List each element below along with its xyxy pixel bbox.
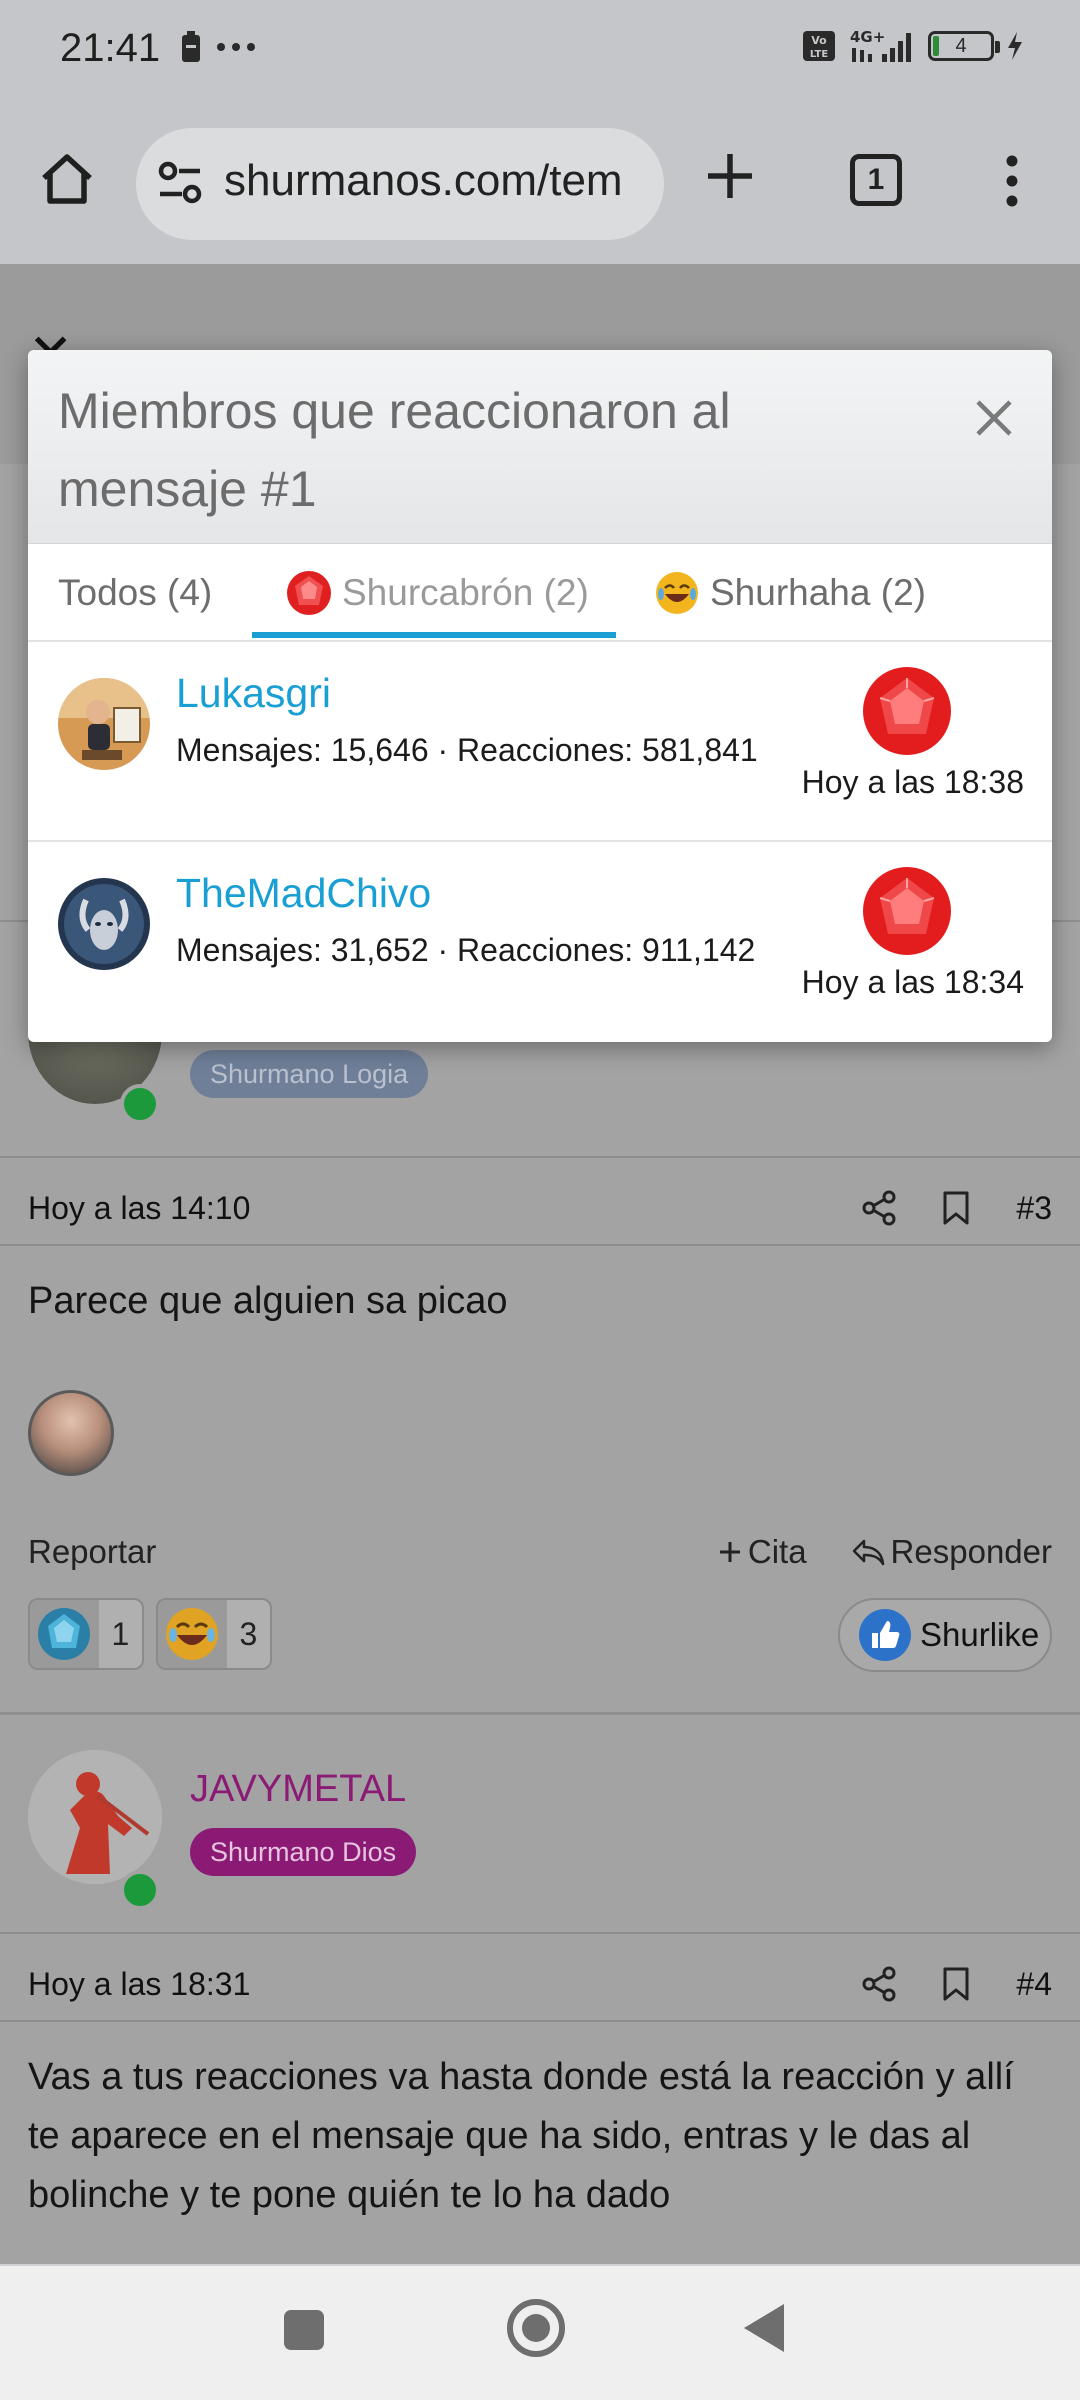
new-tab-icon[interactable] [704, 150, 756, 202]
online-indicator [120, 1870, 160, 1910]
thumbs-up-icon [859, 1609, 911, 1661]
post-4-number[interactable]: #4 [1016, 1966, 1052, 2003]
post-3-role-badge: Shurmano Logia [190, 1050, 429, 1098]
bookmark-icon[interactable] [942, 1966, 970, 2002]
laugh-icon [656, 572, 698, 614]
browser-toolbar: shurmanos.com/tem 1 [0, 98, 1080, 264]
avatar-image [58, 678, 150, 770]
member-avatar[interactable] [58, 878, 150, 970]
gem-red-icon [863, 667, 951, 755]
svg-text:4G+: 4G+ [850, 28, 885, 46]
battery-saver-icon [182, 31, 200, 62]
home-icon [42, 154, 92, 204]
member-name[interactable]: Lukasgri [176, 670, 331, 717]
reply-label: Responder [890, 1533, 1052, 1570]
battery-level: 4 [955, 34, 967, 57]
member-name[interactable]: TheMadChivo [176, 870, 431, 917]
member-stats: Mensajes: 15,646 · Reacciones: 581,841 [176, 732, 758, 768]
modal-close-button[interactable] [962, 386, 1026, 450]
more-notifications-icon [217, 43, 255, 51]
report-link[interactable]: Reportar [28, 1533, 718, 1571]
charging-icon [1008, 32, 1022, 60]
system-nav-bar [0, 2266, 1080, 2400]
reply-icon [852, 1539, 884, 1566]
home-button[interactable] [34, 146, 100, 212]
svg-text:Vo: Vo [811, 34, 827, 47]
reaction-chip-gem[interactable]: 1 [28, 1598, 144, 1670]
reaction-tabs: Todos (4) Shurcabrón (2) Shurhaha (2) [28, 544, 1052, 642]
tab-todos[interactable]: Todos (4) [58, 544, 212, 642]
home-nav-button[interactable] [507, 2299, 565, 2357]
tab-label: Todos (4) [58, 572, 213, 613]
post-3-actions: Reportar Cita Responder [28, 1522, 1052, 1582]
member-reaction-time: Hoy a las 18:38 [801, 764, 1024, 800]
battery-icon: 4 [928, 31, 1000, 61]
post-4-header [0, 1712, 1080, 1952]
site-settings-icon[interactable] [156, 160, 204, 206]
bookmark-icon[interactable] [942, 1190, 970, 1226]
quote-button[interactable]: Cita [718, 1533, 807, 1571]
tab-switcher-button[interactable]: 1 [850, 154, 902, 206]
post-4-time[interactable]: Hoy a las 18:31 [28, 1966, 862, 2003]
avatar-image [58, 878, 150, 970]
tab-label: Shurcabrón (2) [342, 572, 589, 613]
gem-blue-icon [38, 1608, 91, 1660]
reaction-chip-laugh[interactable]: 3 [156, 1598, 272, 1670]
reactions-modal: Miembros que reaccionaron al mensaje #1 … [28, 350, 1052, 1042]
modal-header: Miembros que reaccionaron al mensaje #1 [28, 350, 1052, 544]
list-item[interactable]: Lukasgri Mensajes: 15,646 · Reacciones: … [28, 642, 1052, 842]
gem-red-icon [287, 571, 331, 615]
reaction-count: 1 [111, 1615, 130, 1652]
laugh-icon [166, 1608, 219, 1660]
post-3-meta: Hoy a las 14:10 #3 [28, 1178, 1052, 1238]
more-menu-icon[interactable] [1000, 154, 1024, 208]
shurlike-button[interactable]: Shurlike [838, 1598, 1052, 1672]
post-3-number[interactable]: #3 [1016, 1190, 1052, 1227]
post-4-author[interactable]: JAVYMETAL [190, 1768, 406, 1811]
member-stats: Mensajes: 31,652 · Reacciones: 911,142 [176, 932, 756, 968]
plus-icon [719, 1542, 740, 1562]
member-reaction-time: Hoy a las 18:34 [801, 964, 1024, 1000]
post-4-role-badge: Shurmano Dios [190, 1828, 417, 1876]
address-bar[interactable]: shurmanos.com/tem [136, 128, 664, 240]
reaction-count: 3 [239, 1615, 258, 1652]
tab-shurcabron[interactable]: Shurcabrón (2) [286, 544, 589, 642]
post-3-time[interactable]: Hoy a las 14:10 [28, 1190, 862, 1227]
post-4-avatar[interactable] [28, 1750, 162, 1884]
back-button[interactable] [744, 2304, 784, 2352]
recents-button[interactable] [284, 2310, 324, 2350]
shurlike-label: Shurlike [920, 1616, 1040, 1653]
close-icon [976, 400, 1012, 436]
avatar-image [28, 1750, 162, 1884]
member-avatar[interactable] [58, 678, 150, 770]
status-time: 21:41 [60, 26, 161, 70]
tab-label: Shurhaha (2) [710, 572, 926, 613]
list-item[interactable]: TheMadChivo Mensajes: 31,652 · Reaccione… [28, 842, 1052, 1042]
active-tab-indicator [252, 632, 616, 638]
post-4-body: Vas a tus reacciones va hasta donde está… [28, 2056, 1014, 2216]
status-bar: 21:41 Vo LTE 4G+ 4 [0, 0, 1080, 98]
reply-button[interactable]: Responder [851, 1533, 1052, 1571]
share-icon[interactable] [862, 1966, 896, 2002]
post-4-meta: Hoy a las 18:31 #4 [28, 1954, 1052, 2014]
svg-text:LTE: LTE [810, 49, 829, 60]
modal-title: Miembros que reaccionaron al mensaje #1 [58, 383, 731, 517]
tab-shurhaha[interactable]: Shurhaha (2) [654, 544, 926, 642]
reactor-avatar[interactable] [28, 1390, 114, 1476]
signal-4g-icon: 4G+ [850, 28, 911, 62]
online-indicator [120, 1084, 160, 1124]
url-text: shurmanos.com/tem [224, 156, 623, 205]
post-3-body: Parece que alguien sa picao [28, 1280, 508, 1322]
quote-label: Cita [747, 1533, 807, 1570]
share-icon[interactable] [862, 1190, 896, 1226]
volte-icon: Vo LTE [803, 31, 835, 61]
gem-red-icon [863, 867, 951, 955]
